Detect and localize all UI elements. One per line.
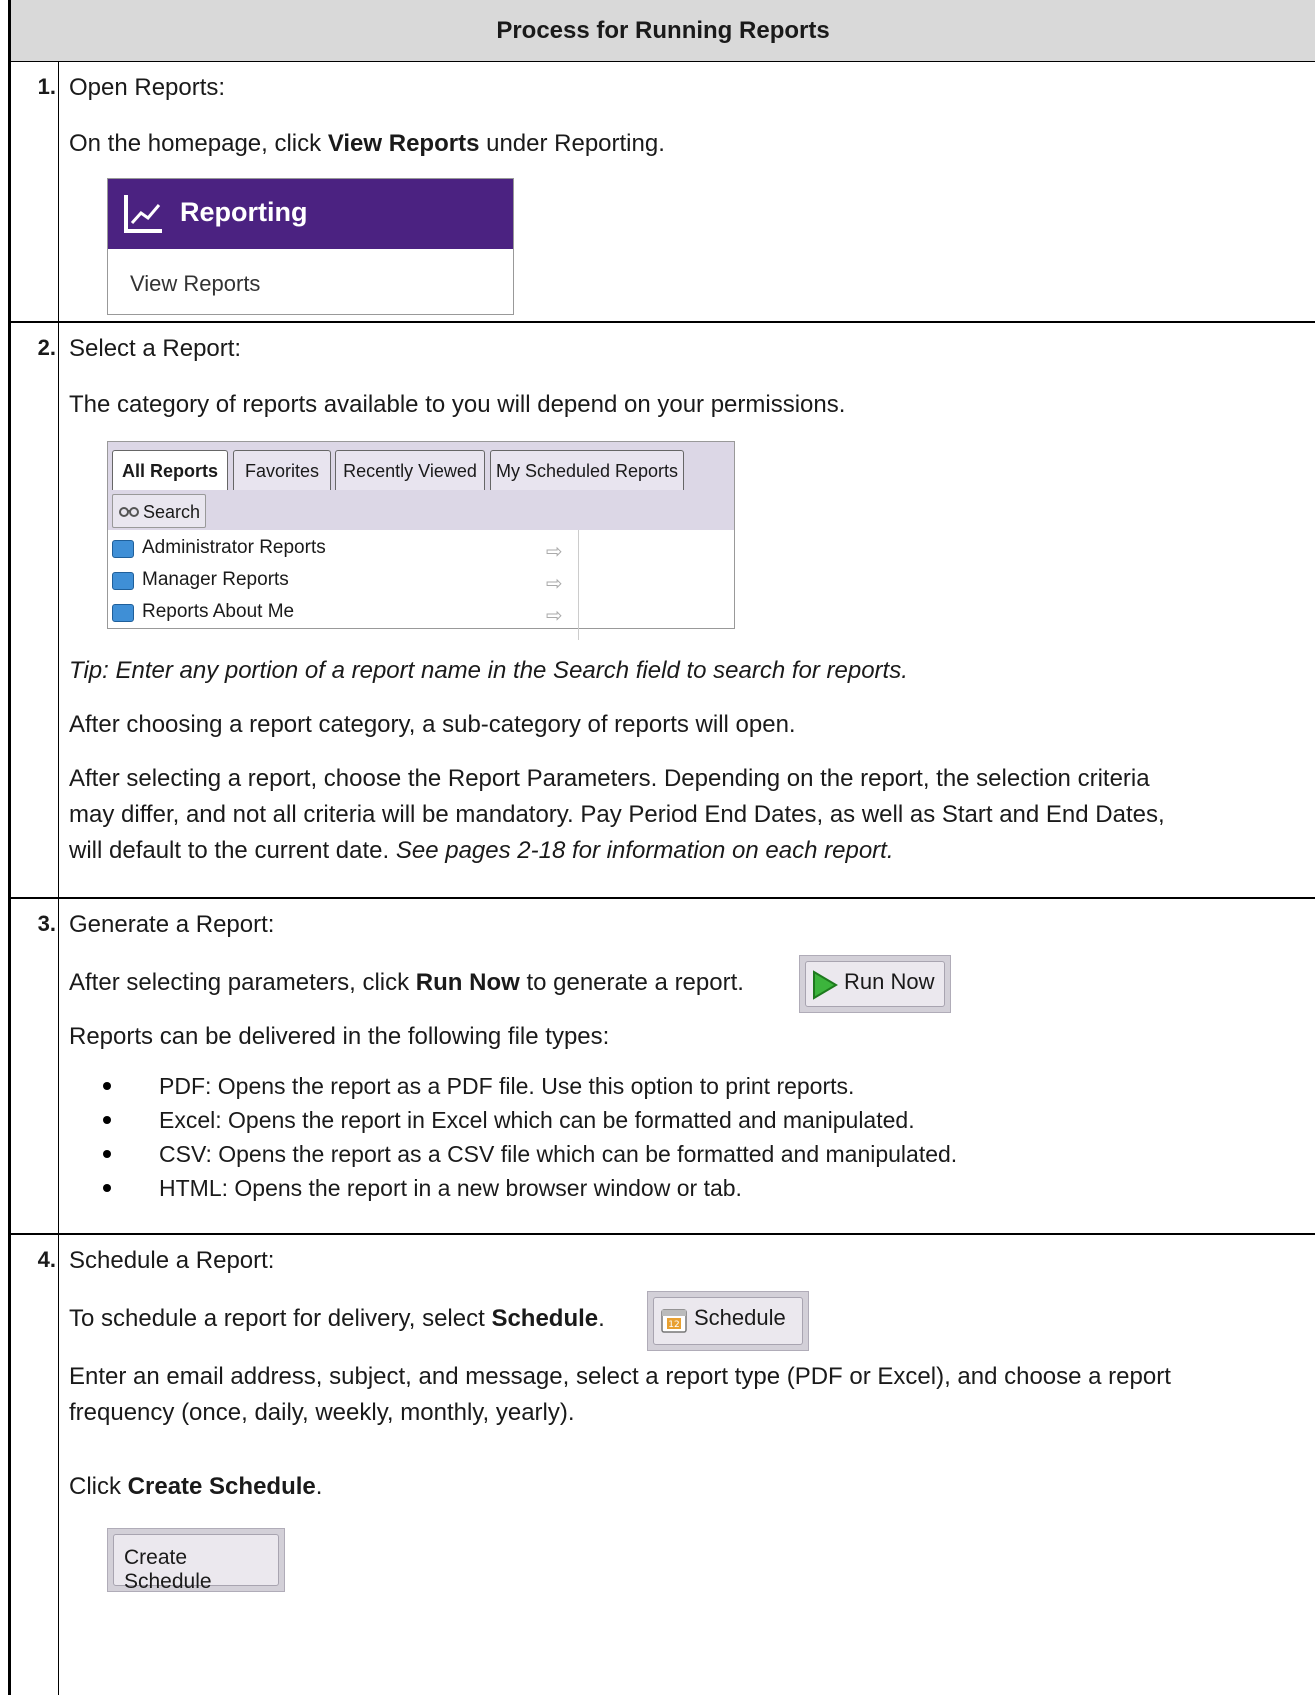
folder-icon bbox=[112, 604, 134, 622]
view-reports-link[interactable]: View Reports bbox=[130, 271, 260, 297]
arrow-right-icon[interactable]: ⇨ bbox=[546, 571, 563, 596]
arrow-right-icon[interactable]: ⇨ bbox=[546, 539, 563, 564]
step-instruction: After selecting parameters, click Run No… bbox=[69, 969, 744, 996]
reporting-widget: Reporting View Reports bbox=[107, 178, 514, 315]
step-instruction: To schedule a report for delivery, selec… bbox=[69, 1305, 605, 1332]
search-label: Search bbox=[143, 502, 201, 522]
folder-icon bbox=[112, 572, 134, 590]
tab-all-reports[interactable]: All Reports bbox=[112, 450, 228, 491]
schedule-details: Enter an email address, subject, and mes… bbox=[69, 1363, 1171, 1426]
binoculars-icon bbox=[119, 507, 139, 517]
list-item-label: Reports About Me bbox=[142, 601, 295, 622]
list-item: HTML: Opens the report in a new browser … bbox=[103, 1171, 957, 1205]
list-item: PDF: Opens the report as a PDF file. Use… bbox=[103, 1069, 957, 1103]
step-4-row: 4. Schedule a Report: To schedule a repo… bbox=[11, 1233, 1315, 1695]
step-number-cell: 3. bbox=[11, 899, 59, 1235]
table-header: Process for Running Reports bbox=[11, 0, 1315, 62]
header-title: Process for Running Reports bbox=[496, 17, 830, 44]
step-1-row: 1. Open Reports: On the homepage, click … bbox=[11, 62, 1315, 348]
reports-panel: All Reports Favorites Recently Viewed My… bbox=[107, 441, 735, 640]
list-item: CSV: Opens the report as a CSV file whic… bbox=[103, 1137, 957, 1171]
list-item-label: Manager Reports bbox=[142, 569, 289, 590]
list-item-label: Administrator Reports bbox=[142, 537, 326, 558]
subcategory-text: After choosing a report category, a sub-… bbox=[69, 711, 796, 738]
tab-my-scheduled-reports[interactable]: My Scheduled Reports bbox=[490, 450, 684, 490]
schedule-button[interactable]: 12 Schedule bbox=[647, 1291, 809, 1351]
list-item: Excel: Opens the report in Excel which c… bbox=[103, 1103, 957, 1137]
step-number-cell: 1. bbox=[11, 62, 59, 348]
step-number: 1. bbox=[37, 74, 56, 99]
step-number: 3. bbox=[37, 911, 56, 936]
step-2-row: 2. Select a Report: The category of repo… bbox=[11, 321, 1315, 899]
list-item[interactable]: Reports About Me ⇨ bbox=[112, 599, 563, 629]
tab-recently-viewed[interactable]: Recently Viewed bbox=[335, 450, 485, 490]
step-title: Generate a Report: bbox=[69, 911, 275, 938]
list-item[interactable]: Manager Reports ⇨ bbox=[112, 567, 563, 597]
create-schedule-button[interactable]: Create Schedule bbox=[107, 1528, 285, 1593]
step-intro: The category of reports available to you… bbox=[69, 391, 846, 418]
schedule-label: Schedule bbox=[694, 1305, 786, 1330]
tab-bar: All Reports Favorites Recently Viewed My… bbox=[108, 442, 734, 491]
folder-icon bbox=[112, 540, 134, 558]
step-number: 4. bbox=[37, 1247, 56, 1272]
step-instruction: On the homepage, click View Reports unde… bbox=[69, 130, 665, 157]
step-title: Select a Report: bbox=[69, 335, 242, 362]
filetypes-list: PDF: Opens the report as a PDF file. Use… bbox=[103, 1069, 957, 1205]
parameters-text: After selecting a report, choose the Rep… bbox=[69, 765, 1165, 864]
step-number-cell: 2. bbox=[11, 323, 59, 899]
arrow-right-icon[interactable]: ⇨ bbox=[546, 603, 563, 628]
create-schedule-label: Create Schedule bbox=[124, 1546, 212, 1593]
play-icon bbox=[813, 970, 838, 1000]
panel-divider bbox=[578, 530, 579, 640]
run-now-button[interactable]: Run Now bbox=[799, 955, 951, 1013]
chart-line-icon bbox=[124, 195, 162, 233]
filetypes-intro: Reports can be delivered in the followin… bbox=[69, 1023, 610, 1050]
step-number-cell: 4. bbox=[11, 1235, 59, 1695]
run-now-label: Run Now bbox=[844, 969, 935, 994]
process-table: Process for Running Reports 1. Open Repo… bbox=[8, 0, 1315, 1695]
search-button[interactable]: Search bbox=[112, 494, 206, 528]
list-item[interactable]: Administrator Reports ⇨ bbox=[112, 535, 563, 565]
calendar-icon: 12 bbox=[661, 1309, 687, 1333]
step-number: 2. bbox=[37, 335, 56, 360]
reporting-header: Reporting bbox=[108, 179, 513, 249]
click-instruction: Click Create Schedule. bbox=[69, 1473, 323, 1500]
tip-text: Tip: Enter any portion of a report name … bbox=[69, 657, 908, 684]
step-3-row: 3. Generate a Report: After selecting pa… bbox=[11, 897, 1315, 1235]
reporting-title: Reporting bbox=[180, 197, 308, 227]
step-title: Open Reports: bbox=[69, 74, 226, 101]
panel-toolbar: Search bbox=[108, 490, 734, 530]
tab-favorites[interactable]: Favorites bbox=[233, 450, 331, 490]
step-title: Schedule a Report: bbox=[69, 1247, 275, 1274]
svg-text:12: 12 bbox=[668, 1320, 679, 1330]
